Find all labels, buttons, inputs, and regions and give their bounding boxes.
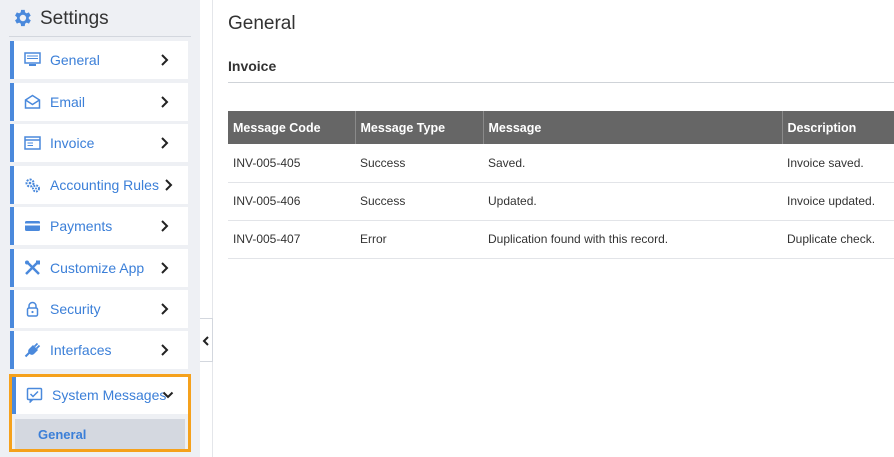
sidebar-divider: [212, 0, 213, 457]
credit-card-icon: [25, 221, 40, 231]
sidebar-subitem-general[interactable]: General: [15, 419, 185, 449]
sidebar-header: Settings: [0, 0, 200, 36]
chevron-right-icon: [161, 137, 169, 149]
chevron-right-icon: [161, 96, 169, 108]
chevron-right-icon: [161, 54, 169, 66]
sidebar-item-security[interactable]: Security: [10, 290, 188, 328]
settings-sidebar: Settings General Email Invoice Accountin…: [0, 0, 200, 457]
column-header-message[interactable]: Message: [483, 111, 783, 144]
chevron-down-icon: [162, 391, 174, 399]
sidebar-item-label: Customize App: [50, 260, 145, 276]
cell-description: Invoice saved.: [782, 144, 894, 183]
monitor-icon: [24, 52, 41, 66]
plug-icon: [24, 342, 41, 358]
chevron-right-icon: [161, 344, 169, 356]
sidebar-header-divider: [9, 36, 191, 37]
cell-message: Duplication found with this record.: [483, 220, 782, 259]
sidebar-title: Settings: [40, 8, 109, 29]
table-row[interactable]: INV-005-407 Error Duplication found with…: [228, 220, 894, 259]
gear-icon: [15, 9, 31, 27]
sidebar-item-invoice[interactable]: Invoice: [10, 124, 188, 162]
sidebar-item-label: Payments: [50, 218, 113, 234]
chevron-right-icon: [161, 262, 169, 274]
column-header-description[interactable]: Description: [782, 111, 894, 144]
sidebar-item-label: General: [50, 52, 100, 68]
sidebar-collapse-button[interactable]: [200, 318, 213, 362]
table-row[interactable]: INV-005-405 Success Saved. Invoice saved…: [228, 144, 894, 183]
system-messages-highlight: System Messages General: [9, 374, 191, 452]
cell-description: Invoice updated.: [782, 182, 894, 221]
sidebar-item-system-messages[interactable]: System Messages: [12, 377, 188, 414]
cell-message-code: INV-005-407: [228, 220, 355, 259]
lock-icon: [26, 301, 39, 317]
column-header-message-code[interactable]: Message Code: [228, 111, 356, 144]
cell-message-code: INV-005-406: [228, 182, 355, 221]
message-check-icon: [26, 387, 43, 403]
tools-icon: [25, 260, 40, 275]
sidebar-item-general[interactable]: General: [10, 41, 188, 79]
sidebar-item-email[interactable]: Email: [10, 83, 188, 121]
cell-message-type: Success: [355, 182, 483, 221]
gears-icon: [25, 178, 40, 193]
table-row[interactable]: INV-005-406 Success Updated. Invoice upd…: [228, 182, 894, 221]
sidebar-item-interfaces[interactable]: Interfaces: [10, 331, 188, 369]
chevron-right-icon: [161, 220, 169, 232]
sidebar-item-label: Security: [50, 301, 101, 317]
table-header-row: Message Code Message Type Message Descri…: [228, 111, 894, 144]
sidebar-item-payments[interactable]: Payments: [10, 207, 188, 245]
chevron-right-icon: [161, 303, 169, 315]
chevron-left-icon: [202, 336, 209, 346]
cell-message: Updated.: [483, 182, 782, 221]
section-title: Invoice: [228, 58, 277, 74]
chevron-right-icon: [165, 179, 173, 191]
envelope-icon: [24, 94, 41, 109]
invoice-icon: [24, 136, 41, 150]
sidebar-item-label: Interfaces: [50, 342, 112, 358]
page-title: General: [228, 13, 296, 34]
cell-message-type: Error: [355, 220, 483, 259]
sidebar-item-accounting-rules[interactable]: Accounting Rules: [10, 166, 188, 204]
section-divider: [228, 82, 894, 83]
sidebar-item-label: System Messages: [52, 387, 167, 403]
system-messages-table: Message Code Message Type Message Descri…: [228, 111, 894, 259]
cell-message-code: INV-005-405: [228, 144, 355, 183]
cell-message-type: Success: [355, 144, 483, 183]
sidebar-item-label: Accounting Rules: [50, 177, 159, 193]
sidebar-item-customize-app[interactable]: Customize App: [10, 249, 188, 287]
column-header-message-type[interactable]: Message Type: [355, 111, 484, 144]
sidebar-item-label: Invoice: [50, 135, 95, 151]
cell-description: Duplicate check.: [782, 220, 894, 259]
cell-message: Saved.: [483, 144, 782, 183]
sidebar-subitem-label: General: [38, 427, 87, 442]
sidebar-item-label: Email: [50, 94, 86, 110]
